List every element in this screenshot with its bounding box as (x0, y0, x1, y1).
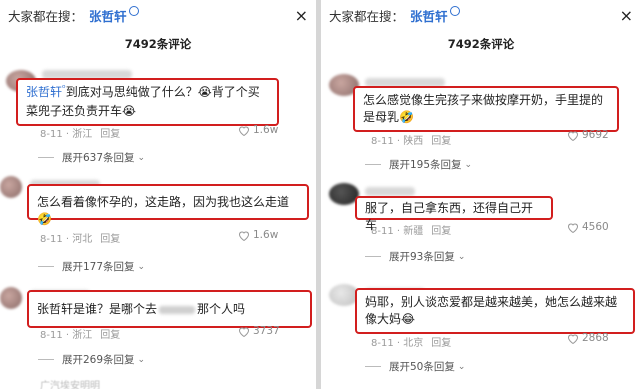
heart-icon (238, 231, 250, 241)
mention-link[interactable]: 张哲轩 (26, 85, 62, 99)
comment-date-location: 8-11 · 河北 (40, 234, 93, 245)
chevron-down-icon: ⌄ (137, 354, 146, 365)
comment-text: 妈耶，别人谈恋爱都是越来越美，她怎么越来越像大妈😂 (365, 295, 618, 326)
heart-icon (567, 223, 579, 233)
comment-date-location: 8-11 · 陕西 (371, 136, 424, 147)
chevron-down-icon: ⌄ (464, 159, 473, 170)
expand-replies-label: 展开50条回复 (389, 361, 455, 373)
expand-replies-button[interactable]: 展开269条回复 ⌄ (38, 352, 145, 367)
search-icon: ᵒ (62, 84, 66, 94)
avatar[interactable] (0, 287, 22, 309)
search-label: 大家都在搜： (329, 8, 405, 24)
search-term-link[interactable]: 张哲轩 (410, 6, 448, 25)
reply-button[interactable]: 回复 (431, 338, 451, 349)
search-suggestion-bar[interactable]: 大家都在搜： 张哲轩 × (8, 4, 308, 26)
comment-text-end: 那个人吗 (197, 302, 246, 316)
expand-replies-label: 展开637条回复 (62, 152, 135, 164)
reply-button[interactable]: 回复 (100, 330, 120, 341)
chevron-down-icon: ⌄ (457, 361, 466, 372)
like-button[interactable]: 9692 (567, 129, 609, 141)
expand-replies-label: 展开195条回复 (389, 159, 462, 171)
comment-meta: 8-11 · 河北 回复 (40, 230, 120, 245)
chevron-down-icon: ⌄ (457, 251, 466, 262)
expand-replies-label: 展开93条回复 (389, 251, 455, 263)
avatar[interactable] (0, 176, 22, 198)
next-comment-peek: 广汽埃安明明 (40, 381, 100, 389)
expand-replies-button[interactable]: 展开195条回复 ⌄ (365, 157, 472, 172)
heart-icon (567, 334, 579, 344)
expand-replies-label: 展开269条回复 (62, 354, 135, 366)
comment-meta: 8-11 · 新疆 回复 (371, 222, 451, 237)
highlighted-comment: 服了，自己拿东西，还得自己开车 (355, 196, 553, 232)
comment-text: 张哲轩是谁？是哪个去 (37, 302, 158, 316)
like-button[interactable]: 2868 (567, 332, 609, 344)
search-suggestion-bar[interactable]: 大家都在搜： 张哲轩 × (329, 4, 633, 26)
expand-replies-button[interactable]: 展开177条回复 ⌄ (38, 259, 145, 274)
close-icon[interactable]: × (295, 6, 308, 25)
comment-date-location: 8-11 · 北京 (371, 338, 424, 349)
like-count: 2868 (582, 332, 609, 344)
expand-replies-button[interactable]: 展开50条回复 ⌄ (365, 359, 465, 374)
comment-meta: 8-11 · 浙江 回复 (40, 125, 120, 140)
reply-button[interactable]: 回复 (431, 136, 451, 147)
like-count: 3737 (253, 325, 280, 337)
left-comment-panel: 大家都在搜： 张哲轩 × 7492条评论 张哲轩ᵒ到底对马思纯做了什么？😭背了个… (0, 0, 316, 389)
expand-replies-label: 展开177条回复 (62, 261, 135, 273)
comment-date-location: 8-11 · 浙江 (40, 330, 93, 341)
comment-meta: 8-11 · 浙江 回复 (40, 326, 120, 341)
like-count: 1.6w (253, 229, 279, 241)
highlighted-comment: 妈耶，别人谈恋爱都是越来越美，她怎么越来越像大妈😂 (355, 288, 635, 334)
like-count: 4560 (582, 221, 609, 233)
search-label: 大家都在搜： (8, 8, 84, 24)
like-button[interactable]: 3737 (238, 325, 280, 337)
highlighted-comment: 张哲轩是谁？是哪个去 那个人吗 (27, 290, 312, 328)
like-button[interactable]: 1.6w (238, 229, 278, 241)
search-icon (449, 6, 460, 16)
chevron-down-icon: ⌄ (137, 152, 146, 163)
comment-count-title: 7492条评论 (124, 37, 192, 51)
comment-date-location: 8-11 · 新疆 (371, 226, 424, 237)
comment-date-location: 8-11 · 浙江 (40, 129, 93, 140)
blurred-username (365, 187, 415, 196)
reply-button[interactable]: 回复 (431, 226, 451, 237)
close-icon[interactable]: × (620, 6, 633, 25)
reply-button[interactable]: 回复 (100, 129, 120, 140)
highlighted-comment: 怎么感觉像生完孩子来做按摩开奶，手里提的是母乳🤣 (353, 86, 619, 132)
expand-replies-button[interactable]: 展开93条回复 ⌄ (365, 249, 465, 264)
comment-meta: 8-11 · 北京 回复 (371, 334, 451, 349)
heart-icon (238, 126, 250, 136)
reply-button[interactable]: 回复 (100, 234, 120, 245)
comment-text: 怎么看着像怀孕的，这走路，因为我也这么走道🤣 (37, 195, 290, 226)
search-term-link[interactable]: 张哲轩 (89, 6, 127, 25)
comment-text: 怎么感觉像生完孩子来做按摩开奶，手里提的是母乳🤣 (363, 93, 604, 124)
search-icon (128, 6, 139, 16)
chevron-down-icon: ⌄ (137, 261, 146, 272)
heart-icon (238, 327, 250, 337)
like-count: 9692 (582, 129, 609, 141)
expand-replies-button[interactable]: 展开637条回复 ⌄ (38, 150, 145, 165)
like-button[interactable]: 1.6w (238, 124, 278, 136)
right-comment-panel: 大家都在搜： 张哲轩 × 7492条评论 怎么感觉像生完孩子来做按摩开奶，手里提… (321, 0, 641, 389)
comment-meta: 8-11 · 陕西 回复 (371, 132, 451, 147)
heart-icon (567, 131, 579, 141)
highlighted-comment: 张哲轩ᵒ到底对马思纯做了什么？😭背了个买菜兜子还负责开车😭 (16, 78, 279, 126)
comment-count-title: 7492条评论 (447, 37, 515, 51)
like-count: 1.6w (253, 124, 279, 136)
like-button[interactable]: 4560 (567, 221, 609, 233)
highlighted-comment: 怎么看着像怀孕的，这走路，因为我也这么走道🤣 (27, 184, 309, 226)
redacted-text (159, 305, 196, 314)
